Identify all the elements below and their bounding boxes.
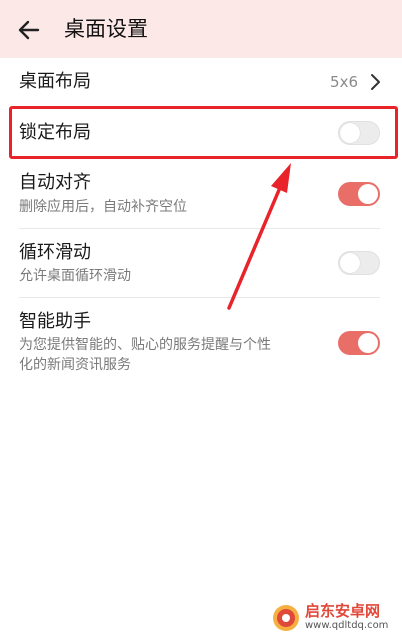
chevron-right-icon: [371, 74, 380, 90]
setting-label: 桌面布局: [19, 71, 91, 92]
toggle-knob: [340, 253, 360, 273]
setting-label: 循环滑动: [19, 242, 91, 263]
auto-align-toggle[interactable]: [338, 182, 380, 206]
setting-description-line1: 为您提供智能的、贴心的服务提醒与个性: [19, 337, 271, 353]
toggle-knob: [358, 333, 378, 353]
back-arrow-icon[interactable]: [14, 15, 44, 45]
setting-description-line2: 化的新闻资讯服务: [19, 357, 131, 373]
layout-value: 5x6: [330, 73, 358, 91]
watermark: 启东安卓网 www.qdltdq.com: [272, 602, 392, 634]
watermark-name: 启东安卓网: [305, 602, 381, 620]
page-title: 桌面设置: [64, 17, 148, 41]
app-header: 桌面设置: [0, 0, 402, 58]
setting-label: 自动对齐: [19, 172, 91, 193]
loop-scroll-toggle[interactable]: [338, 251, 380, 275]
setting-label: 智能助手: [19, 311, 91, 332]
setting-description: 删除应用后，自动补齐空位: [19, 199, 187, 215]
setting-description: 允许桌面循环滑动: [19, 268, 131, 284]
brand-logo-icon: [273, 605, 299, 631]
watermark-url: www.qdltdq.com: [305, 620, 389, 631]
toggle-knob: [358, 184, 378, 204]
annotation-highlight-box: [9, 106, 398, 159]
smart-assistant-toggle[interactable]: [338, 331, 380, 355]
